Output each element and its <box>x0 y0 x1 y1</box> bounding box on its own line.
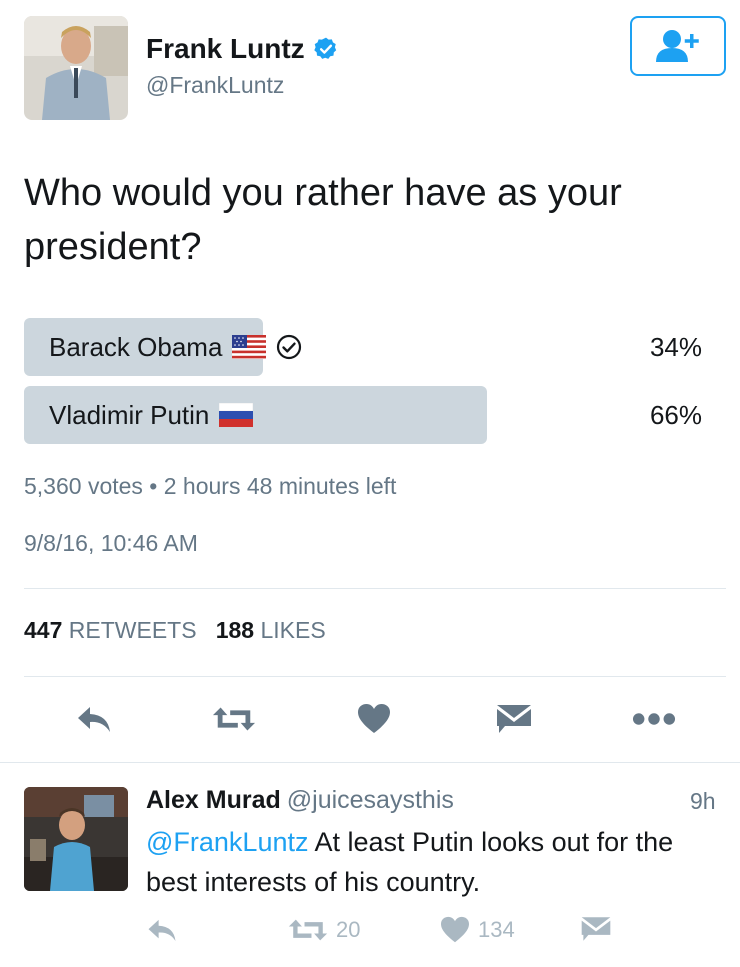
reply-retweet-count: 20 <box>336 917 361 942</box>
more-button[interactable] <box>632 697 676 741</box>
author-avatar[interactable] <box>24 16 128 120</box>
add-user-icon <box>656 30 699 62</box>
follow-button[interactable] <box>630 16 726 76</box>
more-dots-icon <box>632 713 676 725</box>
poll-option-percent: 34% <box>649 331 702 362</box>
retweet-icon <box>288 919 328 941</box>
poll-option-label: Barack Obama <box>49 331 223 362</box>
us-flag-icon <box>232 335 267 359</box>
likes-stat[interactable]: 188 LIKES <box>216 617 326 643</box>
retweets-stat[interactable]: 447 RETWEETS <box>24 617 197 643</box>
tweet-stats: 447 RETWEETS 188 LIKES <box>24 617 326 644</box>
check-circle-icon <box>277 334 302 360</box>
reply-text: @FrankLuntz At least Putin looks out for… <box>146 822 726 902</box>
reply-icon <box>78 707 110 732</box>
retweet-icon <box>212 707 256 731</box>
reply-dm-button[interactable] <box>580 914 612 944</box>
reply-time: 9h <box>690 788 716 814</box>
tweet-timestamp[interactable]: 9/8/16, 10:46 AM <box>24 530 198 557</box>
heart-icon <box>441 916 469 943</box>
poll-meta: 5,360 votes • 2 hours 48 minutes left <box>24 473 397 499</box>
poll-option-putin[interactable]: Vladimir Putin 66% <box>24 386 726 444</box>
poll-option-percent: 66% <box>649 399 702 430</box>
reply-icon <box>148 919 176 941</box>
verified-badge-icon <box>313 37 336 59</box>
envelope-icon <box>497 705 531 733</box>
tweet-text: Who would you rather have as your presid… <box>24 172 622 268</box>
reply-mention-link[interactable]: @FrankLuntz <box>146 827 308 857</box>
divider <box>0 762 740 763</box>
like-button[interactable] <box>352 697 396 741</box>
envelope-icon <box>581 917 611 941</box>
divider <box>24 588 726 589</box>
russia-flag-icon <box>219 403 254 427</box>
reply-author-name[interactable]: Alex Murad <box>146 786 281 814</box>
author-name[interactable]: Frank Luntz <box>146 33 305 65</box>
reply-author-handle[interactable]: @juicesaysthis <box>287 786 454 814</box>
reply-header: Alex Murad @juicesaysthis <box>146 786 454 815</box>
reply-retweet-button[interactable]: 20 <box>288 916 360 944</box>
reply-reply-button[interactable] <box>146 916 178 944</box>
poll-option-obama[interactable]: Barack Obama 34% <box>24 318 726 376</box>
divider <box>24 676 726 677</box>
poll-option-label: Vladimir Putin <box>49 399 210 430</box>
retweet-button[interactable] <box>212 697 256 741</box>
author-name-row[interactable]: Frank Luntz <box>146 33 339 65</box>
reply-button[interactable] <box>72 697 116 741</box>
reply-author-avatar[interactable] <box>24 787 128 891</box>
author-handle[interactable]: @FrankLuntz <box>146 72 284 99</box>
reply-like-count: 134 <box>478 917 515 942</box>
reply-like-button[interactable]: 134 <box>440 916 515 944</box>
heart-icon <box>358 704 390 733</box>
direct-message-button[interactable] <box>492 697 536 741</box>
